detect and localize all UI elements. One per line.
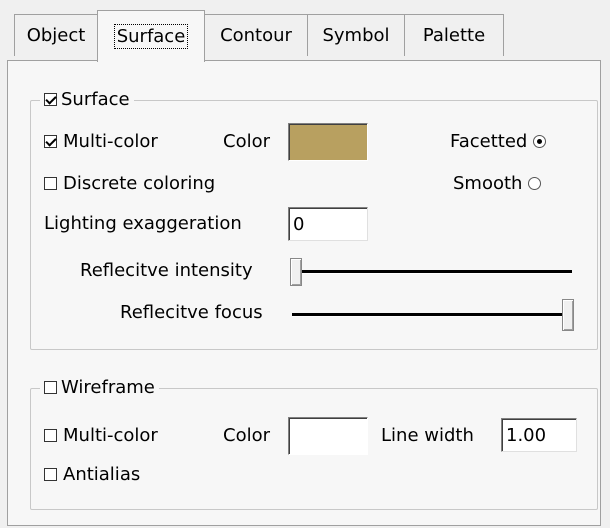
tab-label: Palette [422, 25, 486, 46]
reflective-intensity-label-text: Reflecitve intensity [80, 260, 253, 281]
wireframe-color-swatch[interactable] [288, 417, 368, 455]
facetted-radio[interactable] [533, 135, 547, 148]
tab-label: Symbol [322, 25, 390, 46]
wireframe-color-label: Color [223, 425, 270, 446]
antialias-option[interactable]: Antialias [44, 464, 140, 485]
wireframe-multi-color-label: Multi-color [63, 425, 158, 446]
smooth-radio[interactable] [528, 177, 542, 190]
surface-multi-color-checkbox[interactable] [44, 135, 57, 148]
facetted-label: Facetted [450, 131, 528, 152]
reflective-focus-label-text: Reflecitve focus [120, 302, 263, 323]
slider-thumb[interactable] [290, 258, 302, 286]
surface-multi-color-label: Multi-color [63, 131, 158, 152]
reflective-focus-slider[interactable] [288, 297, 576, 333]
slider-thumb[interactable] [562, 299, 574, 331]
lighting-exaggeration-label-text: Lighting exaggeration [44, 213, 242, 234]
smooth-label: Smooth [453, 173, 523, 194]
discrete-coloring-label: Discrete coloring [63, 173, 216, 194]
surface-checkbox[interactable] [44, 92, 57, 106]
wireframe-multi-color-checkbox[interactable] [44, 429, 57, 442]
wireframe-color-label-text: Color [223, 425, 270, 446]
surface-color-label-text: Color [223, 131, 270, 152]
smooth-option[interactable]: Smooth [453, 173, 542, 194]
tab-label: Surface [113, 24, 189, 49]
reflective-intensity-slider[interactable] [288, 256, 576, 288]
antialias-label: Antialias [63, 464, 141, 485]
discrete-coloring-option[interactable]: Discrete coloring [44, 173, 215, 194]
line-width-label-text: Line width [381, 425, 474, 446]
tab-object[interactable]: Object [14, 14, 98, 56]
surface-legend[interactable]: Surface [40, 88, 134, 110]
line-width-label: Line width [381, 425, 474, 446]
facetted-option[interactable]: Facetted [450, 131, 547, 152]
lighting-exaggeration-input[interactable] [288, 207, 368, 241]
wireframe-checkbox[interactable] [44, 380, 57, 394]
lighting-exaggeration-label: Lighting exaggeration [44, 213, 242, 234]
tab-contour[interactable]: Contour [204, 14, 308, 56]
slider-track [292, 313, 572, 317]
discrete-coloring-checkbox[interactable] [44, 177, 57, 190]
tab-symbol[interactable]: Symbol [307, 14, 405, 56]
tab-label: Contour [220, 25, 292, 46]
antialias-checkbox[interactable] [44, 468, 57, 481]
slider-track [292, 270, 572, 274]
surface-multi-color-option[interactable]: Multi-color [44, 131, 158, 152]
wireframe-multi-color-option[interactable]: Multi-color [44, 425, 158, 446]
surface-legend-label: Surface [61, 88, 130, 110]
tab-label: Object [26, 25, 86, 46]
tab-palette[interactable]: Palette [404, 14, 504, 56]
surface-color-label: Color [223, 131, 270, 152]
line-width-input[interactable] [501, 418, 577, 452]
reflective-focus-label: Reflecitve focus [120, 302, 263, 323]
tab-surface[interactable]: Surface [97, 10, 205, 62]
wireframe-legend-label: Wireframe [61, 376, 155, 398]
wireframe-legend[interactable]: Wireframe [40, 376, 159, 398]
reflective-intensity-label: Reflecitve intensity [80, 260, 253, 281]
surface-color-swatch[interactable] [288, 123, 368, 161]
